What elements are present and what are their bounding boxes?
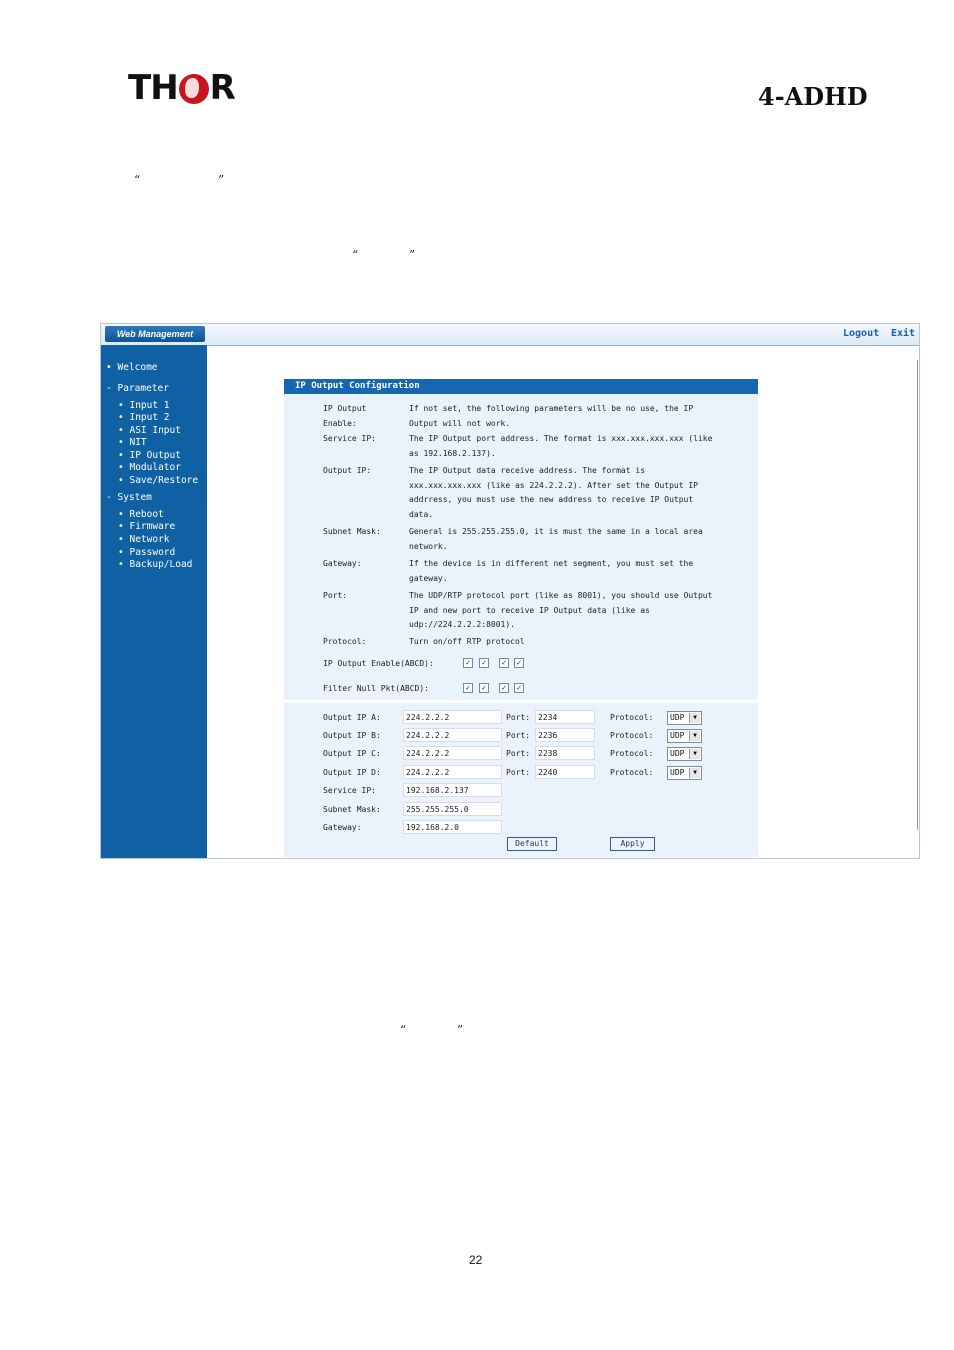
nav-system[interactable]: - System: [106, 492, 152, 504]
service-ip-input[interactable]: 192.168.2.137: [403, 783, 502, 797]
logo-text-left: TH: [128, 68, 179, 108]
help-text-subnet-mask: General is 255.255.255.0, it is must the…: [409, 527, 703, 551]
web-management-screenshot: Web Management Logout Exit • Welcome - P…: [100, 323, 920, 859]
output-ip-a-label: Output IP A:: [323, 713, 381, 722]
help-label-protocol: Protocol:: [323, 637, 367, 646]
gateway-label: Gateway:: [323, 823, 362, 832]
subnet-mask-label: Subnet Mask:: [323, 805, 381, 814]
nav-item-password[interactable]: • Password: [118, 547, 175, 559]
apply-button[interactable]: Apply: [610, 837, 655, 851]
port-d-label: Port:: [506, 768, 531, 777]
help-label-port: Port:: [323, 591, 348, 600]
chevron-down-icon: ▼: [689, 768, 700, 778]
filter-null-pkt-label: Filter Null Pkt(ABCD):: [323, 684, 429, 693]
nav-welcome[interactable]: • Welcome: [106, 362, 158, 374]
page-number: 22: [469, 1253, 483, 1267]
help-label-ip-output-enable: IP Output Enable:: [323, 404, 367, 428]
help-label-gateway: Gateway:: [323, 559, 362, 568]
null-d-checkbox[interactable]: ✓: [514, 683, 524, 693]
null-a-checkbox[interactable]: ✓: [463, 683, 473, 693]
logout-link[interactable]: Logout: [843, 328, 879, 339]
model-title: 4-ADHD: [758, 82, 868, 111]
panel-title-bar: IP Output Configuration: [284, 379, 758, 394]
nav-item-input-1[interactable]: • Input 1: [118, 400, 170, 412]
output-ip-a-input[interactable]: 224.2.2.2: [403, 710, 502, 724]
nav-item-nit[interactable]: • NIT: [118, 437, 147, 449]
port-a-label: Port:: [506, 713, 531, 722]
output-ip-d-label: Output IP D:: [323, 768, 381, 777]
output-ip-d-input[interactable]: 224.2.2.2: [403, 765, 502, 779]
protocol-b-select[interactable]: UDP ▼: [667, 729, 702, 743]
nav-item-asi-input[interactable]: • ASI Input: [118, 425, 181, 437]
help-label-subnet-mask: Subnet Mask:: [323, 527, 381, 536]
enable-b-checkbox[interactable]: ✓: [479, 658, 489, 668]
help-label-output-ip: Output IP:: [323, 466, 372, 475]
nav-item-network[interactable]: • Network: [118, 534, 170, 546]
protocol-c-label: Protocol:: [610, 749, 654, 758]
protocol-a-select[interactable]: UDP ▼: [667, 711, 702, 725]
enable-c-checkbox[interactable]: ✓: [499, 658, 509, 668]
service-ip-label: Service IP:: [323, 786, 376, 795]
enable-a-checkbox[interactable]: ✓: [463, 658, 473, 668]
gateway-input[interactable]: 192.168.2.0: [403, 820, 502, 834]
nav-item-ip-output[interactable]: • IP Output: [118, 450, 181, 462]
logo-text-right: R: [209, 68, 236, 108]
port-c-input[interactable]: 2238: [535, 746, 595, 760]
chevron-down-icon: ▼: [689, 713, 700, 723]
quote-close: ”: [409, 248, 416, 262]
help-label-service-ip: Service IP:: [323, 434, 376, 443]
quote-open: “: [352, 248, 359, 262]
port-d-input[interactable]: 2240: [535, 765, 595, 779]
nav-item-backup-load[interactable]: • Backup/Load: [118, 559, 192, 571]
output-ip-c-label: Output IP C:: [323, 749, 381, 758]
protocol-b-label: Protocol:: [610, 731, 654, 740]
chevron-down-icon: ▼: [689, 749, 700, 759]
quote-open: “: [400, 1023, 407, 1037]
help-text-protocol: Turn on/off RTP protocol: [409, 637, 525, 646]
panel-title: IP Output Configuration: [295, 381, 420, 391]
nav-item-input-2[interactable]: • Input 2: [118, 412, 170, 424]
nav-parameter[interactable]: - Parameter: [106, 383, 169, 395]
protocol-d-label: Protocol:: [610, 768, 654, 777]
quote-close: ”: [218, 173, 225, 187]
protocol-c-select[interactable]: UDP ▼: [667, 747, 702, 761]
output-ip-b-input[interactable]: 224.2.2.2: [403, 728, 502, 742]
protocol-d-select[interactable]: UDP ▼: [667, 766, 702, 780]
null-b-checkbox[interactable]: ✓: [479, 683, 489, 693]
nav-item-firmware[interactable]: • Firmware: [118, 521, 175, 533]
ip-output-enable-label: IP Output Enable(ABCD):: [323, 659, 434, 668]
port-b-label: Port:: [506, 731, 531, 740]
help-text-output-ip: The IP Output data receive address. The …: [409, 466, 698, 519]
sidebar: • Welcome - Parameter • Input 1 • Input …: [101, 345, 207, 858]
panel-separator: [284, 700, 758, 703]
top-bar: Web Management Logout Exit: [101, 324, 919, 346]
port-c-label: Port:: [506, 749, 531, 758]
help-text-gateway: If the device is in different net segmen…: [409, 559, 694, 583]
null-c-checkbox[interactable]: ✓: [499, 683, 509, 693]
web-management-tab[interactable]: Web Management: [105, 326, 205, 342]
quote-open: “: [134, 173, 141, 187]
default-button[interactable]: Default: [507, 837, 557, 851]
enable-d-checkbox[interactable]: ✓: [514, 658, 524, 668]
globe-icon: [178, 74, 209, 104]
exit-link[interactable]: Exit: [891, 328, 915, 339]
help-text-service-ip: The IP Output port address. The format i…: [409, 434, 713, 458]
thor-logo: TH R: [128, 68, 236, 108]
nav-item-modulator[interactable]: • Modulator: [118, 462, 181, 474]
quote-close: ”: [457, 1023, 464, 1037]
help-text-port: The UDP/RTP protocol port (like as 8001)…: [409, 591, 713, 630]
output-ip-c-input[interactable]: 224.2.2.2: [403, 746, 502, 760]
port-a-input[interactable]: 2234: [535, 710, 595, 724]
port-b-input[interactable]: 2236: [535, 728, 595, 742]
chevron-down-icon: ▼: [689, 731, 700, 741]
nav-item-save-restore[interactable]: • Save/Restore: [118, 475, 198, 487]
output-ip-b-label: Output IP B:: [323, 731, 381, 740]
help-text-ip-output-enable: If not set, the following parameters wil…: [409, 404, 694, 428]
content-scroll-edge: [917, 360, 918, 830]
subnet-mask-input[interactable]: 255.255.255.0: [403, 802, 502, 816]
protocol-a-label: Protocol:: [610, 713, 654, 722]
nav-item-reboot[interactable]: • Reboot: [118, 509, 164, 521]
